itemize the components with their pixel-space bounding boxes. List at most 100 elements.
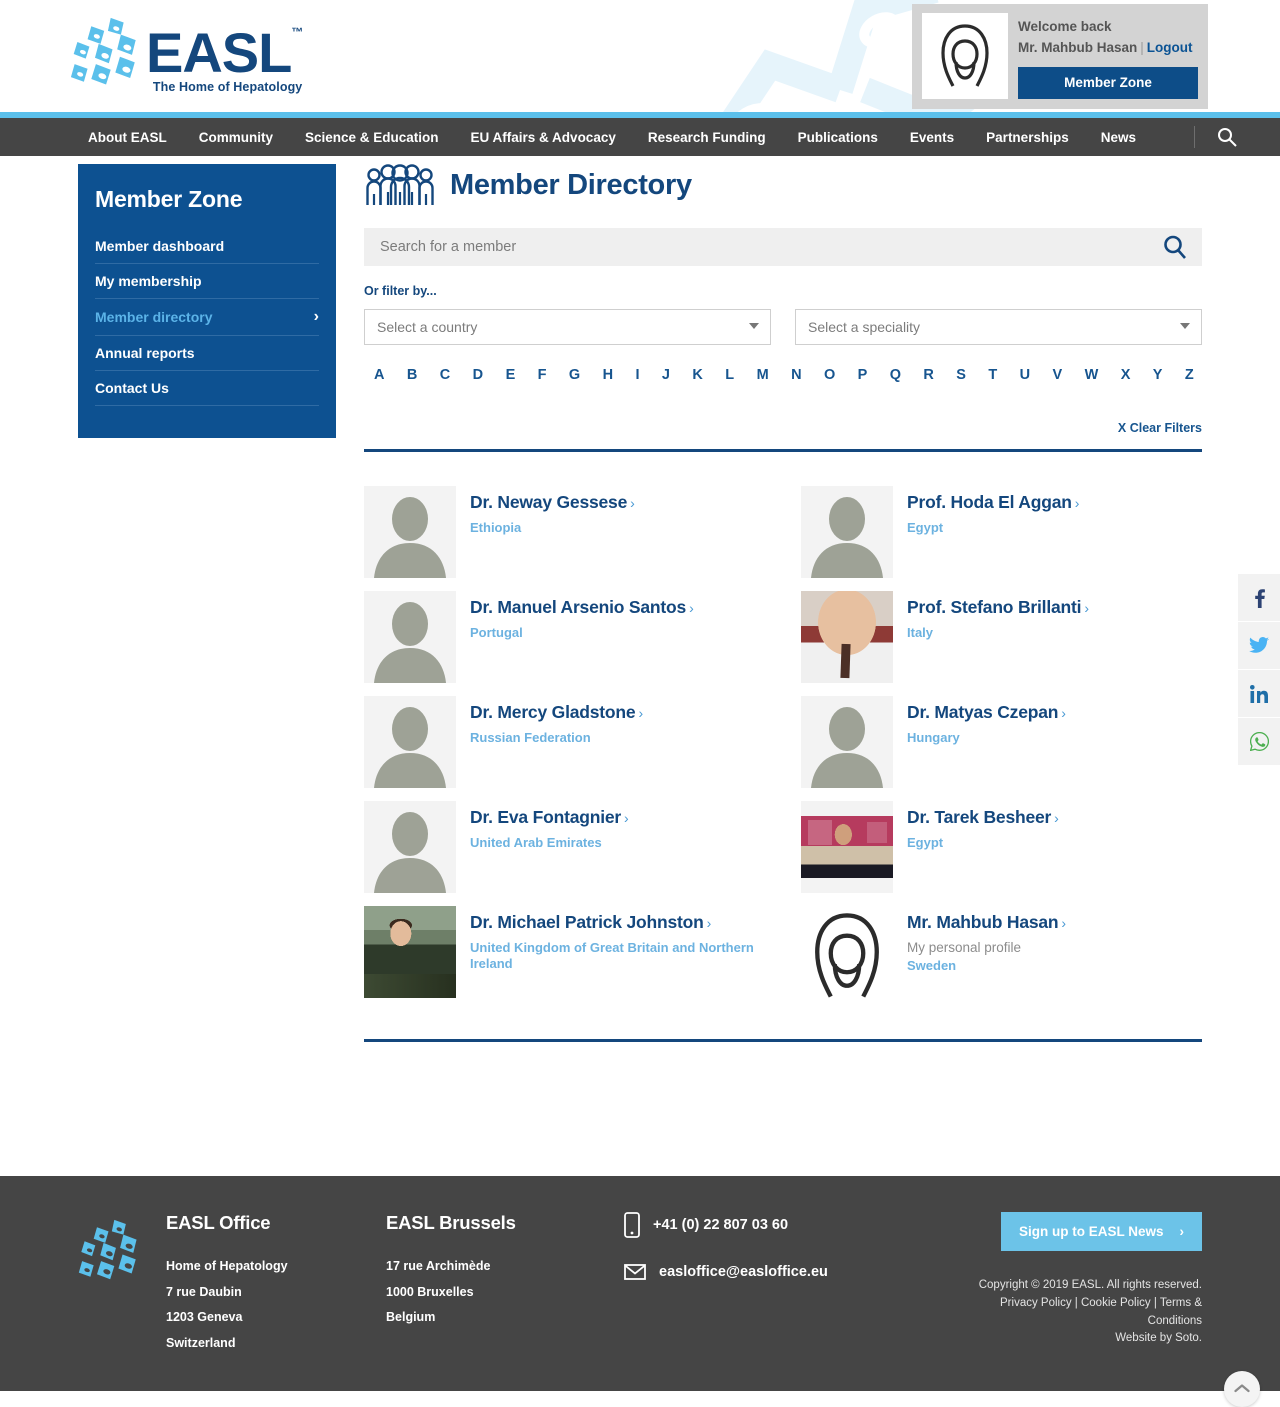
nav-search-icon[interactable]	[1217, 127, 1237, 147]
alpha-link-p[interactable]: P	[858, 367, 868, 383]
member-card[interactable]: Prof. Hoda El Aggan › Egypt	[801, 486, 1202, 591]
member-name-link[interactable]: Dr. Matyas Czepan ›	[907, 702, 1066, 722]
alpha-link-g[interactable]: G	[569, 367, 580, 383]
member-card[interactable]: Mr. Mahbub Hasan › My personal profile Sw…	[801, 906, 1202, 1011]
alpha-link-r[interactable]: R	[923, 367, 933, 383]
member-name-link[interactable]: Dr. Michael Patrick Johnston ›	[470, 912, 711, 932]
member-card[interactable]: Dr. Tarek Besheer › Egypt	[801, 801, 1202, 906]
member-card[interactable]: Dr. Neway Gessese › Ethiopia	[364, 486, 765, 591]
member-name-link[interactable]: Dr. Neway Gessese ›	[470, 492, 635, 512]
footer-phone-row[interactable]: +41 (0) 22 807 03 60	[624, 1212, 974, 1238]
nav-item-about-easl[interactable]: About EASL	[88, 130, 167, 145]
alpha-link-v[interactable]: V	[1053, 367, 1063, 383]
member-name-link[interactable]: Prof. Stefano Brillanti ›	[907, 597, 1089, 617]
nav-item-science-education[interactable]: Science & Education	[305, 130, 439, 145]
alpha-link-h[interactable]: H	[603, 367, 613, 383]
alpha-link-o[interactable]: O	[824, 367, 835, 383]
sidebar-item-contact-us[interactable]: Contact Us	[95, 371, 319, 406]
sidebar-item-member-directory[interactable]: Member directory ›	[95, 299, 319, 336]
alpha-link-d[interactable]: D	[473, 367, 483, 383]
nav-item-eu-affairs-advocacy[interactable]: EU Affairs & Advocacy	[471, 130, 616, 145]
member-card[interactable]: Prof. Stefano Brillanti › Italy	[801, 591, 1202, 696]
facebook-icon[interactable]	[1238, 574, 1280, 621]
chevron-right-icon: ›	[638, 705, 643, 721]
country-select[interactable]: Select a country	[364, 309, 771, 345]
alpha-link-k[interactable]: K	[692, 367, 702, 383]
member-country: Ethiopia	[470, 520, 522, 535]
sidebar-item-my-membership[interactable]: My membership	[95, 264, 319, 299]
clear-filters-link[interactable]: X Clear Filters	[1118, 421, 1202, 435]
member-avatar	[801, 486, 893, 578]
member-country: Portugal	[470, 625, 523, 640]
member-name-text: Mr. Mahbub Hasan	[907, 912, 1059, 932]
twitter-icon[interactable]	[1238, 622, 1280, 669]
logo-trademark: ™	[291, 25, 303, 40]
signup-label: Sign up to EASL News	[1018, 1224, 1164, 1239]
alpha-link-x[interactable]: X	[1121, 367, 1131, 383]
member-info: Mr. Mahbub Hasan › My personal profile Sw…	[907, 906, 1066, 1011]
footer-brussels-heading: EASL Brussels	[386, 1212, 516, 1233]
alpha-link-q[interactable]: Q	[890, 367, 901, 383]
whatsapp-icon[interactable]	[1238, 718, 1280, 765]
sidebar-item-member-dashboard[interactable]: Member dashboard	[95, 229, 319, 264]
alpha-link-b[interactable]: B	[407, 367, 417, 383]
alpha-link-a[interactable]: A	[374, 367, 384, 383]
nav-item-partnerships[interactable]: Partnerships	[986, 130, 1069, 145]
alpha-link-y[interactable]: Y	[1153, 367, 1163, 383]
footer-brussels-line: 17 rue Archimède	[386, 1259, 491, 1273]
alpha-link-f[interactable]: F	[538, 367, 547, 383]
member-card[interactable]: Dr. Michael Patrick Johnston › United Kin…	[364, 906, 765, 1011]
alpha-link-m[interactable]: M	[757, 367, 769, 383]
sidebar-item-label: Member dashboard	[95, 238, 225, 254]
search-input[interactable]	[378, 238, 1162, 256]
alpha-link-s[interactable]: S	[956, 367, 966, 383]
chevron-right-icon: ›	[630, 495, 635, 511]
member-name-link[interactable]: Mr. Mahbub Hasan ›	[907, 912, 1066, 932]
alpha-link-i[interactable]: I	[635, 367, 639, 383]
privacy-policy-link[interactable]: Privacy Policy	[1000, 1297, 1072, 1309]
chevron-right-icon: ›	[1179, 1224, 1185, 1239]
member-name-link[interactable]: Dr. Mercy Gladstone ›	[470, 702, 643, 722]
alpha-link-j[interactable]: J	[662, 367, 670, 383]
member-name-link[interactable]: Dr. Manuel Arsenio Santos ›	[470, 597, 694, 617]
member-info: Prof. Hoda El Aggan › Egypt	[907, 486, 1079, 591]
alpha-link-t[interactable]: T	[988, 367, 997, 383]
footer-email-row[interactable]: easloffice@easloffice.eu	[624, 1264, 974, 1280]
cookie-policy-link[interactable]: Cookie Policy	[1081, 1297, 1151, 1309]
signup-newsletter-button[interactable]: Sign up to EASL News ›	[1000, 1212, 1202, 1251]
alpha-link-e[interactable]: E	[506, 367, 516, 383]
sidebar-item-annual-reports[interactable]: Annual reports	[95, 336, 319, 371]
alpha-link-l[interactable]: L	[725, 367, 734, 383]
search-submit-button[interactable]	[1162, 234, 1188, 260]
member-name-text: Dr. Neway Gessese	[470, 492, 628, 512]
alpha-link-c[interactable]: C	[440, 367, 450, 383]
nav-item-publications[interactable]: Publications	[798, 130, 878, 145]
nav-item-community[interactable]: Community	[199, 130, 273, 145]
easl-hexagon-logo-icon	[70, 17, 136, 85]
member-zone-button[interactable]: Member Zone	[1018, 66, 1198, 99]
user-name: Mr. Mahbub Hasan	[1018, 39, 1138, 55]
logout-link[interactable]: Logout	[1147, 40, 1193, 55]
member-name-link[interactable]: Dr. Eva Fontagnier ›	[470, 807, 629, 827]
nav-item-research-funding[interactable]: Research Funding	[648, 130, 766, 145]
alpha-link-w[interactable]: W	[1085, 367, 1099, 383]
member-name-text: Dr. Matyas Czepan	[907, 702, 1059, 722]
member-card[interactable]: Dr. Mercy Gladstone › Russian Federation	[364, 696, 765, 801]
footer-office-line: 7 rue Daubin	[166, 1284, 242, 1299]
alpha-link-n[interactable]: N	[791, 367, 801, 383]
member-card[interactable]: Dr. Manuel Arsenio Santos › Portugal	[364, 591, 765, 696]
alpha-link-u[interactable]: U	[1020, 367, 1030, 383]
nav-item-events[interactable]: Events	[910, 130, 954, 145]
member-card[interactable]: Dr. Matyas Czepan › Hungary	[801, 696, 1202, 801]
nav-item-news[interactable]: News	[1101, 130, 1136, 145]
scroll-to-top-button[interactable]	[1224, 1370, 1260, 1407]
speciality-select[interactable]: Select a speciality	[795, 309, 1202, 345]
linkedin-icon[interactable]	[1238, 670, 1280, 717]
alpha-link-z[interactable]: Z	[1185, 367, 1194, 383]
chevron-right-icon: ›	[1054, 810, 1059, 826]
member-card[interactable]: Dr. Eva Fontagnier › United Arab Emirates	[364, 801, 765, 906]
member-name-link[interactable]: Prof. Hoda El Aggan ›	[907, 492, 1079, 512]
easl-logo[interactable]: EASL™ The Home of Hepatology	[70, 8, 303, 94]
member-name-link[interactable]: Dr. Tarek Besheer ›	[907, 807, 1059, 827]
member-name-text: Prof. Hoda El Aggan	[907, 492, 1072, 512]
